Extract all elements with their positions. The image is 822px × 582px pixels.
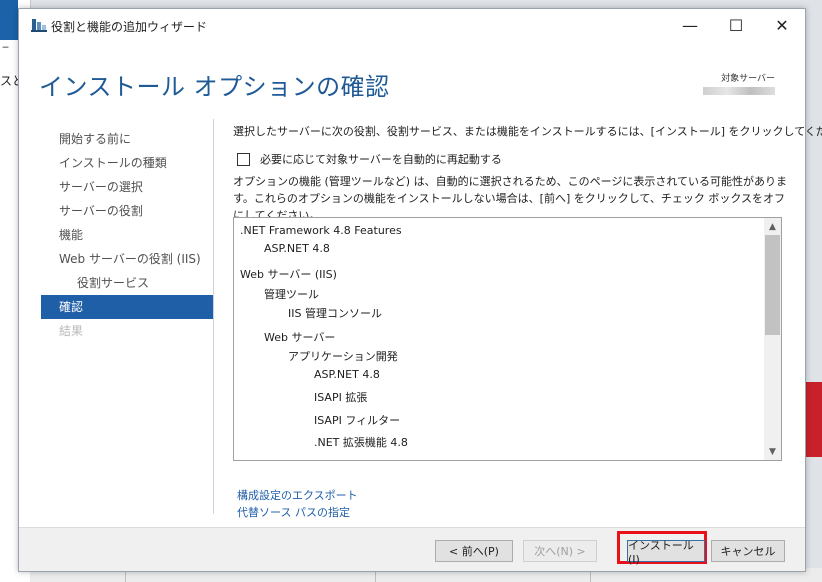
restart-checkbox[interactable]: [237, 152, 250, 166]
intro-text: 選択したサーバーに次の役割、役割サービス、または機能をインストールするには、[イ…: [233, 125, 822, 138]
nav-item-before-you-begin[interactable]: 開始する前に: [41, 127, 213, 151]
wizard-footer: < 前へ(P) 次へ(N) > インストール(I) キャンセル: [19, 527, 805, 571]
nav-item-server-selection[interactable]: サーバーの選択: [41, 175, 213, 199]
nav-item-confirmation[interactable]: 確認: [41, 295, 213, 319]
list-item: Web サーバー: [264, 331, 336, 344]
nav-item-role-services[interactable]: 役割サービス: [41, 271, 213, 295]
next-button: 次へ(N) >: [523, 540, 597, 562]
nav-item-web-server-role[interactable]: Web サーバーの役割 (IIS): [41, 247, 213, 271]
server-manager-icon: [31, 19, 47, 32]
page-title: インストール オプションの確認: [39, 73, 390, 101]
list-item: .NET Framework 4.8 Features: [240, 224, 402, 237]
list-item: アプリケーション開発: [288, 350, 398, 363]
list-item: 管理ツール: [264, 288, 319, 301]
background-window-red-bar: [806, 382, 822, 457]
target-server-label: 対象サーバー: [721, 74, 775, 84]
scroll-thumb[interactable]: [765, 235, 780, 335]
features-list[interactable]: .NET Framework 4.8 Features ASP.NET 4.8 …: [233, 217, 782, 461]
list-item: ISAPI フィルター: [314, 414, 401, 427]
close-button[interactable]: ✕: [759, 9, 805, 41]
wizard-window: 役割と機能の追加ウィザード — ☐ ✕ インストール オプションの確認 対象サー…: [18, 8, 822, 572]
list-item: IIS 管理コンソール: [288, 307, 382, 320]
restart-label[interactable]: 必要に応じて対象サーバーを自動的に再起動する: [260, 151, 502, 167]
content-pane: 選択したサーバーに次の役割、役割サービス、または機能をインストールするには、[イ…: [233, 123, 822, 519]
cancel-button[interactable]: キャンセル: [711, 540, 785, 562]
minimize-button[interactable]: —: [667, 9, 713, 41]
scroll-down-icon[interactable]: ▼: [764, 443, 781, 460]
list-item: .NET 拡張機能 4.8: [314, 436, 408, 449]
title-bar[interactable]: 役割と機能の追加ウィザード — ☐ ✕: [19, 9, 805, 41]
nav-divider: [213, 119, 214, 514]
scroll-up-icon[interactable]: ▲: [764, 218, 781, 235]
nav-item-installation-type[interactable]: インストールの種類: [41, 151, 213, 175]
background-window-accent: [0, 0, 18, 40]
background-window-dash: ‒: [2, 40, 9, 53]
list-item: ISAPI 拡張: [314, 391, 368, 404]
restart-option[interactable]: 必要に応じて対象サーバーを自動的に再起動する: [233, 151, 502, 167]
list-item: Web サーバー (IIS): [240, 268, 337, 281]
export-config-link[interactable]: 構成設定のエクスポート: [237, 487, 358, 503]
features-scrollbar[interactable]: ▲ ▼: [764, 218, 781, 460]
list-item: ASP.NET 4.8: [264, 242, 330, 255]
nav-item-server-roles[interactable]: サーバーの役割: [41, 199, 213, 223]
alternate-source-link[interactable]: 代替ソース パスの指定: [237, 504, 350, 520]
previous-button[interactable]: < 前へ(P): [435, 540, 513, 562]
wizard-nav: 開始する前に インストールの種類 サーバーの選択 サーバーの役割 機能 Web …: [41, 127, 213, 343]
nav-item-results: 結果: [59, 324, 84, 338]
target-server-name-redacted: [703, 87, 775, 95]
maximize-button[interactable]: ☐: [713, 9, 759, 41]
nav-item-features[interactable]: 機能: [41, 223, 213, 247]
list-item: ASP.NET 4.8: [314, 368, 380, 381]
install-button[interactable]: インストール(I): [627, 539, 705, 566]
window-title: 役割と機能の追加ウィザード: [51, 20, 208, 34]
